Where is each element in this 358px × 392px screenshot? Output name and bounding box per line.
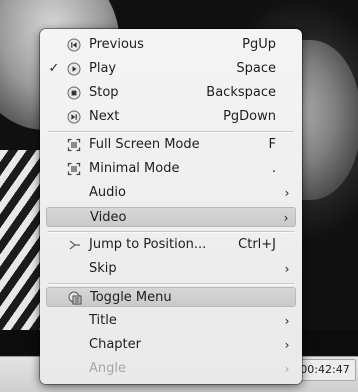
menu-separator [48,231,294,233]
menu-item-full-screen[interactable]: Full Screen Mode F [46,135,296,155]
menu-item-play[interactable]: ✓ Play Space [46,59,296,79]
menu-item-label: Stop [89,85,119,100]
menu-item-next[interactable]: Next PgDown [46,107,296,127]
menu-item-jump-to-position[interactable]: Jump to Position... Ctrl+J [46,235,296,255]
next-icon [67,110,81,124]
menu-item-label: Video [90,210,127,225]
menu-item-stop[interactable]: Stop Backspace [46,83,296,103]
menu-item-shortcut: F [268,137,276,152]
menu-item-audio[interactable]: Audio › [46,183,296,203]
minimal-mode-icon [67,162,81,176]
menu-item-angle: Angle › [46,359,296,379]
menu-separator [48,283,294,285]
menu-item-skip[interactable]: Skip › [46,259,296,279]
menu-item-shortcut: PgDown [223,109,276,124]
fullscreen-icon [67,138,81,152]
menu-item-video[interactable]: Video › [46,207,296,227]
menu-separator [48,131,294,133]
menu-item-minimal-mode[interactable]: Minimal Mode . [46,159,296,179]
menu-item-label: Skip [89,261,117,276]
menu-item-shortcut: PgUp [242,37,276,52]
submenu-arrow-icon: › [284,186,290,200]
play-icon [67,62,81,76]
stop-icon [67,86,81,100]
menu-item-shortcut: Space [236,61,276,76]
menu-item-label: Full Screen Mode [89,137,200,152]
submenu-arrow-icon: › [284,338,290,352]
menu-item-label: Toggle Menu [90,290,172,305]
previous-icon [67,38,81,52]
submenu-arrow-icon: › [284,362,290,376]
menu-item-label: Chapter [89,337,141,352]
submenu-arrow-icon: › [284,314,290,328]
submenu-arrow-icon: › [284,262,290,276]
menu-item-toggle-menu[interactable]: Toggle Menu [46,287,296,307]
menu-item-label: Title [89,313,117,328]
submenu-arrow-icon: › [283,211,289,225]
check-icon: ✓ [48,61,60,76]
menu-item-shortcut: Backspace [206,85,276,100]
jump-icon [67,238,81,252]
menu-item-label: Jump to Position... [89,237,207,252]
menu-item-chapter[interactable]: Chapter › [46,335,296,355]
menu-item-label: Angle [89,361,126,376]
context-menu: Previous PgUp ✓ Play Space Stop Backspac… [40,29,302,384]
menu-item-title[interactable]: Title › [46,311,296,331]
time-display: 00:42:47 [294,359,356,381]
menu-item-label: Audio [89,185,126,200]
menu-item-shortcut: . [271,161,276,176]
menu-item-label: Play [89,61,117,76]
menu-item-label: Minimal Mode [89,161,180,176]
menu-item-previous[interactable]: Previous PgUp [46,35,296,55]
menu-item-label: Next [89,109,120,124]
menu-item-shortcut: Ctrl+J [238,237,276,252]
toggle-menu-icon [68,291,82,305]
menu-item-label: Previous [89,37,144,52]
